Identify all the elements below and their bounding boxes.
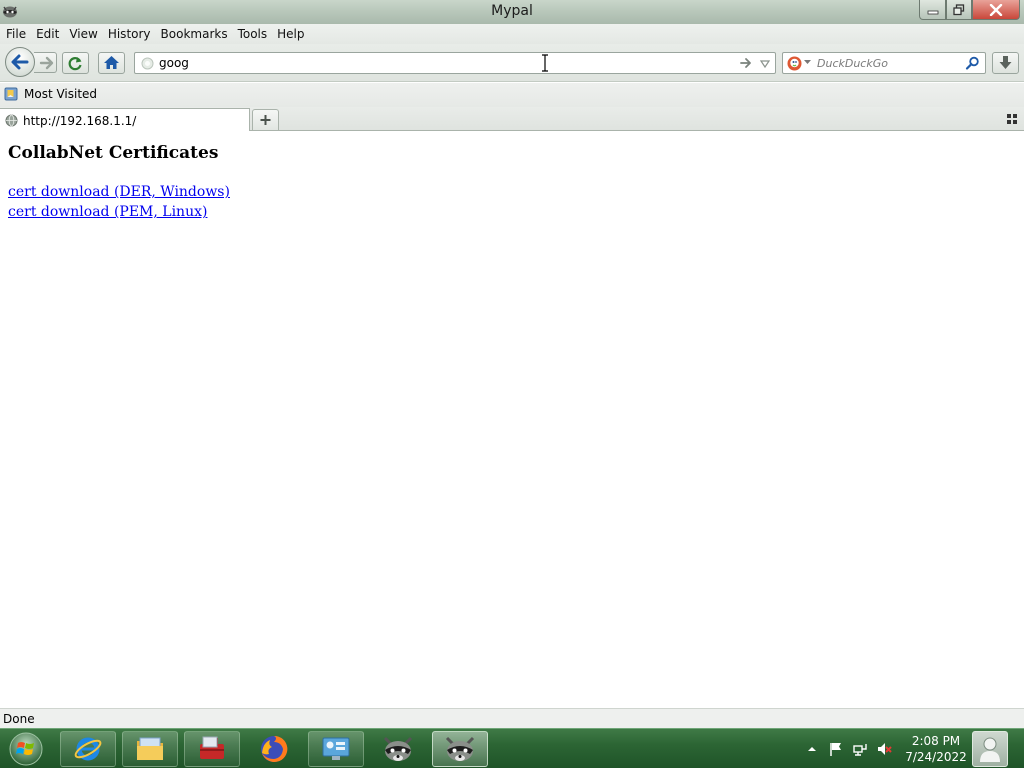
control-panel-icon [322, 737, 350, 760]
volume-muted-icon[interactable] [876, 741, 892, 757]
url-input[interactable] [159, 55, 719, 71]
home-button[interactable] [98, 52, 125, 74]
reload-button[interactable] [62, 52, 89, 74]
taskbar-file-explorer[interactable] [122, 731, 178, 767]
home-icon [104, 56, 119, 69]
action-center-flag-icon[interactable] [828, 741, 844, 757]
taskbar-raccoon-app[interactable] [370, 731, 426, 767]
internet-explorer-icon [74, 737, 102, 761]
reload-icon [68, 57, 82, 71]
back-button[interactable] [5, 47, 35, 77]
taskbar: 2:08 PM 7/24/2022 [0, 728, 1024, 768]
back-arrow-icon [11, 54, 29, 70]
tab-current[interactable]: http://192.168.1.1/ [0, 108, 250, 131]
forward-button[interactable] [34, 52, 57, 73]
user-account-button[interactable] [972, 731, 1008, 767]
menu-history[interactable]: History [103, 27, 156, 41]
taskbar-internet-explorer[interactable] [60, 731, 116, 767]
search-icon[interactable] [965, 56, 980, 71]
start-button[interactable] [4, 731, 48, 767]
raccoon-icon [383, 736, 413, 761]
window-title: Mypal [491, 3, 533, 19]
taskbar-mypal[interactable] [432, 731, 488, 767]
tab-title: http://192.168.1.1/ [23, 114, 137, 128]
menu-view[interactable]: View [64, 27, 102, 41]
url-bar[interactable] [134, 52, 776, 74]
close-icon [989, 3, 1003, 16]
show-hidden-icons-icon[interactable] [804, 741, 820, 757]
cert-download-pem-link[interactable]: cert download (PEM, Linux) [8, 204, 207, 220]
download-arrow-icon [999, 56, 1012, 69]
mypal-icon [445, 736, 475, 761]
menu-bookmarks[interactable]: Bookmarks [156, 27, 233, 41]
taskbar-firefox[interactable] [246, 731, 302, 767]
search-input[interactable] [817, 55, 957, 71]
minimize-icon [927, 10, 938, 14]
taskbar-toolbox[interactable] [184, 731, 240, 767]
file-explorer-icon [137, 737, 163, 760]
page-content: CollabNet Certificates cert download (DE… [0, 132, 1024, 708]
user-avatar-icon [980, 737, 1000, 762]
title-bar: Mypal [0, 0, 1024, 24]
network-icon[interactable] [852, 741, 868, 757]
cert-download-der-link[interactable]: cert download (DER, Windows) [8, 184, 230, 200]
forward-arrow-icon [39, 56, 54, 70]
globe-icon [5, 114, 18, 127]
chevron-down-icon[interactable] [804, 60, 811, 65]
restore-icon [953, 3, 965, 15]
go-arrow-icon[interactable] [739, 56, 753, 70]
firefox-icon [261, 735, 288, 762]
menu-file[interactable]: File [1, 27, 31, 41]
menu-help[interactable]: Help [272, 27, 309, 41]
bookmark-most-visited[interactable]: Most Visited [4, 87, 97, 101]
duckduckgo-icon[interactable] [787, 56, 802, 71]
taskbar-control-panel[interactable] [308, 731, 364, 767]
navigation-toolbar [0, 44, 1024, 82]
toolbox-icon [200, 736, 224, 759]
tab-strip: http://192.168.1.1/ [0, 107, 1024, 131]
clock-date: 7/24/2022 [905, 750, 967, 764]
menu-bar: File Edit View History Bookmarks Tools H… [0, 24, 1024, 44]
downloads-button[interactable] [992, 52, 1019, 74]
plus-icon [260, 115, 271, 125]
new-tab-button[interactable] [252, 109, 279, 130]
menu-tools[interactable]: Tools [233, 27, 273, 41]
close-button[interactable] [972, 0, 1020, 20]
menu-edit[interactable]: Edit [31, 27, 64, 41]
list-all-tabs-icon[interactable] [1006, 113, 1018, 125]
page-heading: CollabNet Certificates [8, 143, 219, 163]
taskbar-clock[interactable]: 2:08 PM 7/24/2022 [904, 733, 968, 765]
status-bar: Done [0, 708, 1024, 728]
page-identity-icon[interactable] [141, 57, 154, 70]
status-text: Done [3, 712, 35, 726]
restore-button[interactable] [946, 0, 972, 20]
clock-time: 2:08 PM [911, 734, 961, 748]
bookmark-folder-icon [4, 87, 18, 101]
minimize-button[interactable] [919, 0, 946, 20]
search-bar[interactable] [782, 52, 986, 74]
windows-logo-icon [9, 732, 43, 766]
bookmark-label: Most Visited [24, 87, 98, 101]
url-history-dropdown-icon[interactable] [758, 57, 772, 71]
text-cursor-icon [542, 54, 548, 72]
bookmarks-toolbar: Most Visited [0, 83, 1024, 107]
